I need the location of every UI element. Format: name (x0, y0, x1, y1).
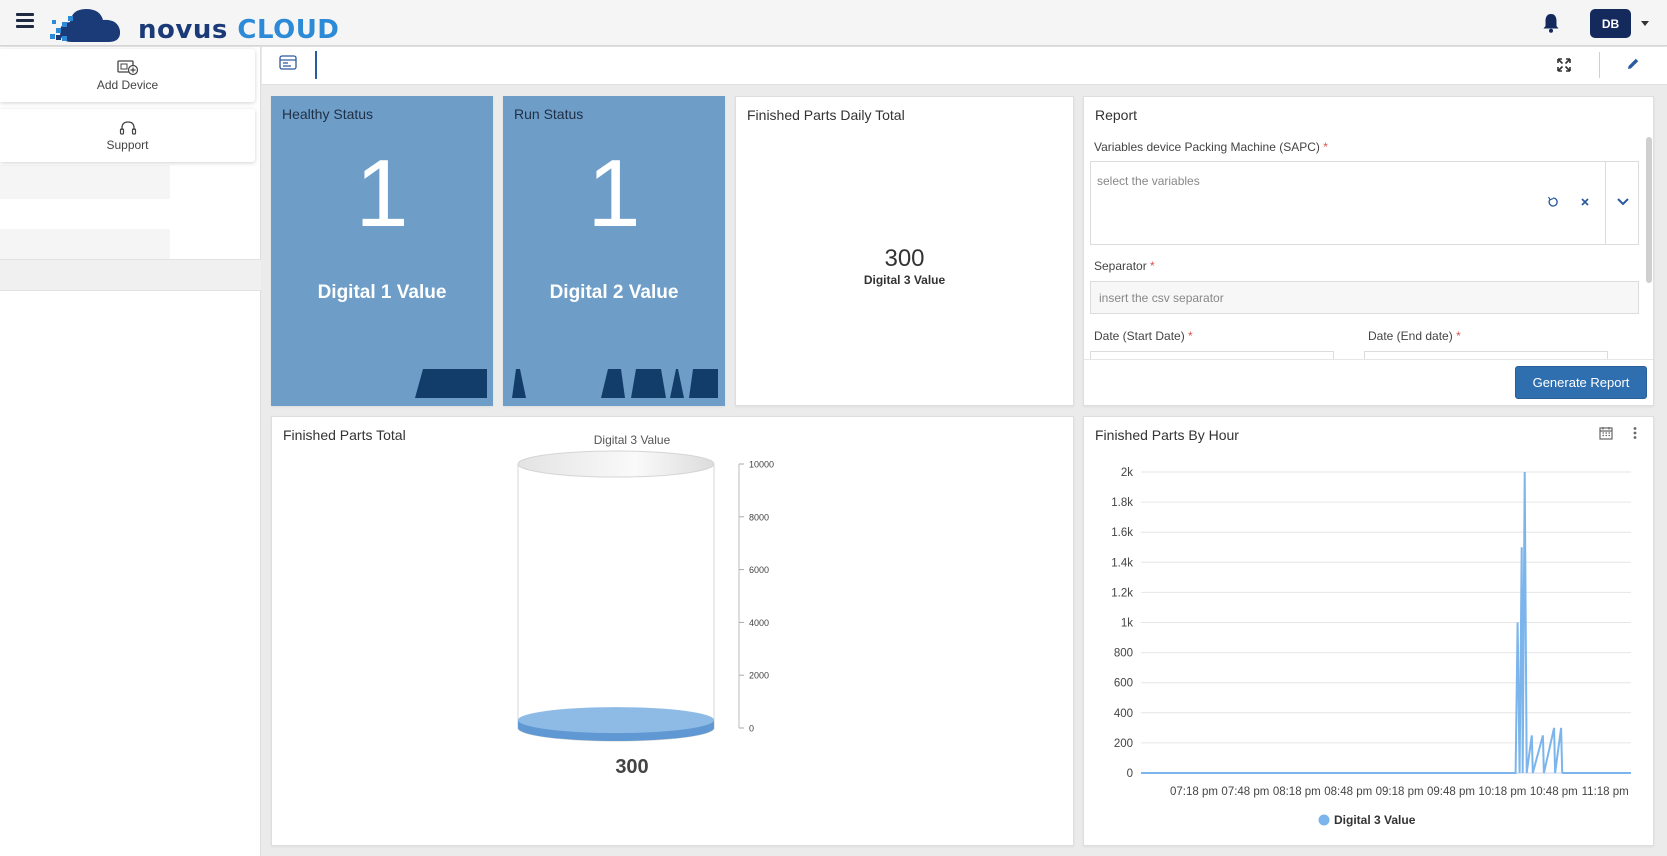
x-tick-label: 11:18 pm (1582, 786, 1629, 798)
toolbar-divider (315, 51, 317, 79)
sidebar-item-label: Add Device (96, 77, 159, 92)
x-tick-label: 09:48 pm (1427, 786, 1475, 798)
chevron-down-icon[interactable] (1641, 21, 1649, 26)
cylinder-top (517, 450, 715, 478)
sidebar-item-support[interactable]: Support (0, 109, 255, 162)
daily-total-label: Digital 3 Value (863, 273, 946, 287)
menu-icon[interactable] (16, 13, 34, 29)
line-chart: 0 200 400 600 800 1k 1.2k 1.4k 1.6k 1.8k 2k 07:18 p… (1111, 467, 1631, 827)
gauge-tick-label: 10000 (749, 460, 774, 470)
y-tick-label: 1.2k (1111, 587, 1133, 599)
top-bar: novus CLOUD DB (0, 0, 1667, 46)
x-tick-label: 10:48 pm (1530, 786, 1578, 798)
sidebar-item-label: Support (106, 137, 149, 152)
end-date-label: Date (End date) * (1368, 329, 1461, 343)
y-tick-label: 1k (1121, 618, 1133, 630)
dashboard-list-icon[interactable] (279, 55, 297, 71)
gauge-tick-label: 4000 (749, 618, 769, 628)
daily-total-value: 300 (884, 245, 925, 272)
add-device-icon (116, 59, 138, 75)
daily-total-widget: Finished Parts Daily Total 300 Digital 3… (735, 96, 1074, 406)
run-status-widget: Run Status 1 Digital 2 Value (503, 96, 725, 406)
healthy-status-widget: Healthy Status 1 Digital 1 Value (271, 96, 493, 406)
brand-name: novus CLOUD (138, 15, 340, 45)
cylinder-body (517, 464, 715, 742)
widget-title: Report (1095, 107, 1138, 123)
x-tick-label: 09:18 pm (1376, 786, 1424, 798)
cloud-logo-icon (50, 9, 121, 42)
x-tick-label: 08:18 pm (1273, 786, 1321, 798)
legend-label: Digital 3 Value (1334, 813, 1416, 827)
y-tick-label: 800 (1114, 648, 1133, 660)
user-avatar[interactable]: DB (1590, 9, 1631, 38)
clear-icon[interactable] (1580, 197, 1590, 207)
gauge-value-label: 300 (615, 756, 648, 778)
widget-title: Finished Parts Daily Total (747, 107, 905, 123)
y-tick-label: 200 (1114, 738, 1133, 750)
gauge-tick-label: 2000 (749, 671, 769, 681)
variables-label: Variables device Packing Machine (SAPC) … (1094, 140, 1328, 154)
y-tick-label: 1.6k (1111, 527, 1133, 539)
toolbar-divider (1599, 52, 1600, 78)
y-tick-label: 0 (1127, 768, 1133, 780)
x-tick-label: 08:48 pm (1324, 786, 1372, 798)
bell-icon[interactable] (1541, 12, 1561, 34)
dashboard-toolbar (262, 47, 1667, 85)
start-date-label: Date (Start Date) * (1094, 329, 1193, 343)
status-history-marks (512, 369, 718, 398)
sidebar-item-add-device[interactable]: Add Device (0, 49, 255, 102)
report-scrollbar[interactable] (1646, 137, 1652, 283)
x-tick-label: 07:48 pm (1221, 786, 1269, 798)
chevron-down-icon[interactable] (1616, 197, 1630, 207)
gauge-tick-label: 6000 (749, 565, 769, 575)
legend-marker (1318, 814, 1330, 826)
y-tick-label: 400 (1114, 708, 1133, 720)
headset-icon (119, 120, 136, 135)
cylinder-liquid-top (518, 707, 714, 734)
variables-placeholder: select the variables (1097, 174, 1200, 188)
sidebar-row (0, 259, 261, 291)
reset-icon[interactable] (1547, 196, 1559, 208)
gauge-tick-label: 8000 (749, 512, 769, 522)
sidebar-row (0, 165, 170, 199)
variables-select[interactable]: select the variables (1090, 161, 1639, 245)
y-tick-label: 2k (1121, 467, 1133, 479)
x-tick-label: 07:18 pm (1170, 786, 1218, 798)
y-tick-label: 1.8k (1111, 497, 1133, 509)
gauge-title: Digital 3 Value (594, 433, 671, 447)
finished-parts-by-hour-widget: Finished Parts By Hour 0 200 400 600 800 1k 1.… (1083, 416, 1654, 846)
fullscreen-icon[interactable] (1557, 58, 1571, 72)
y-tick-label: 600 (1114, 678, 1133, 690)
report-widget: Report Variables device Packing Machine … (1083, 96, 1654, 406)
separator-input[interactable]: insert the csv separator (1090, 281, 1639, 314)
x-tick-label: 10:18 pm (1478, 786, 1526, 798)
edit-pencil-icon[interactable] (1626, 57, 1640, 71)
sidebar-row (0, 229, 170, 263)
y-tick-label: 1.4k (1111, 557, 1133, 569)
sidebar (0, 47, 261, 856)
cylinder-gauge-chart: Digital 3 Value 0 2000 4000 6000 8000 10000 300 (517, 433, 774, 778)
gauge-tick-label: 0 (749, 724, 754, 734)
novus-cloud-logo[interactable]: novus CLOUD (50, 4, 339, 45)
status-history-marks (415, 369, 487, 398)
separator-label: Separator * (1094, 259, 1155, 273)
select-divider (1605, 162, 1606, 244)
finished-parts-total-widget: Finished Parts Total Digital 3 Value 0 200… (271, 416, 1074, 846)
generate-report-button[interactable]: Generate Report (1515, 366, 1647, 399)
